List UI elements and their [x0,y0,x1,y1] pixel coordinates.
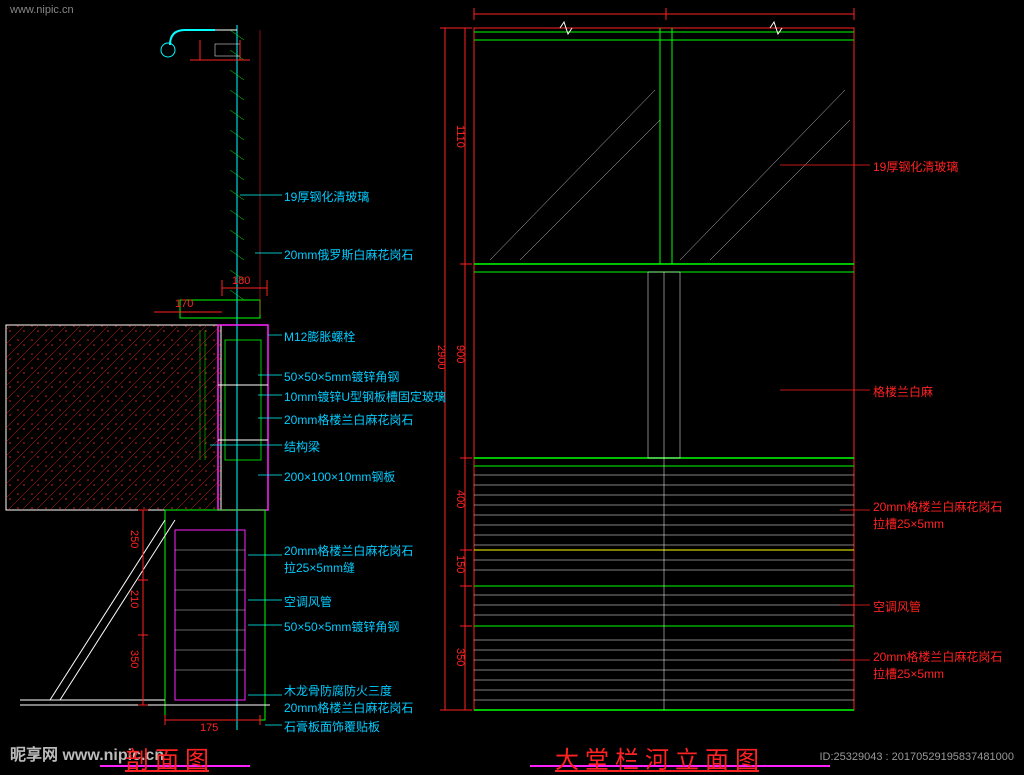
dim-180: 180 [232,275,250,287]
dim-170: 170 [175,298,193,310]
dim-350: 350 [128,650,140,668]
label-right-glass: 19厚钢化清玻璃 [873,158,958,175]
label-granite-groove: 20mm格楼兰白麻花岗石 拉25×5mm缝 [284,542,413,576]
dim-1110: 1110 [454,125,466,148]
label-angle-steel-2: 50×50×5mm镀锌角钢 [284,618,399,635]
label-angle-steel-1: 50×50×5mm镀锌角钢 [284,368,399,385]
dim-210: 210 [128,590,140,608]
label-beam: 结构梁 [284,438,320,455]
label-gypsum: 石膏板面饰覆贴板 [284,718,380,735]
label-right-air-duct: 空调风管 [873,598,921,615]
dim-350-right: 350 [454,648,466,666]
label-right-granite-groove-1: 20mm格楼兰白麻花岗石 拉槽25×5mm [873,498,1002,532]
dim-150: 150 [454,555,466,573]
dim-175: 175 [200,722,218,734]
label-m12-bolt: M12膨胀螺栓 [284,328,355,345]
label-granite-russia: 20mm俄罗斯白麻花岗石 [284,246,413,263]
dim-250: 250 [128,530,140,548]
label-granite-1: 20mm格楼兰白麻花岗石 [284,411,413,428]
label-right-granite-groove-2: 20mm格楼兰白麻花岗石 拉槽25×5mm [873,648,1002,682]
label-right-granite: 格楼兰白麻 [873,383,933,400]
label-air-duct-left: 空调风管 [284,593,332,610]
dim-900: 900 [454,345,466,363]
cad-drawing-canvas: www.nipic.cn 昵享网 www.nipic.cn ID:2532904… [0,0,1024,771]
label-wood-batten: 木龙骨防腐防火三度 20mm格楼兰白麻花岗石 [284,682,413,716]
title-elevation: 大 堂 栏 河 立 面 图 [555,740,759,775]
label-steel-plate: 200×100×10mm钢板 [284,468,395,485]
label-u-channel: 10mm镀锌U型钢板槽固定玻璃 [284,388,446,405]
dim-400: 400 [454,490,466,508]
drawing-svg [0,0,1024,771]
title-section: 剖 面 图 [125,740,209,775]
dim-total-2900: 2900 [435,345,447,369]
label-glass-19: 19厚钢化清玻璃 [284,188,369,205]
